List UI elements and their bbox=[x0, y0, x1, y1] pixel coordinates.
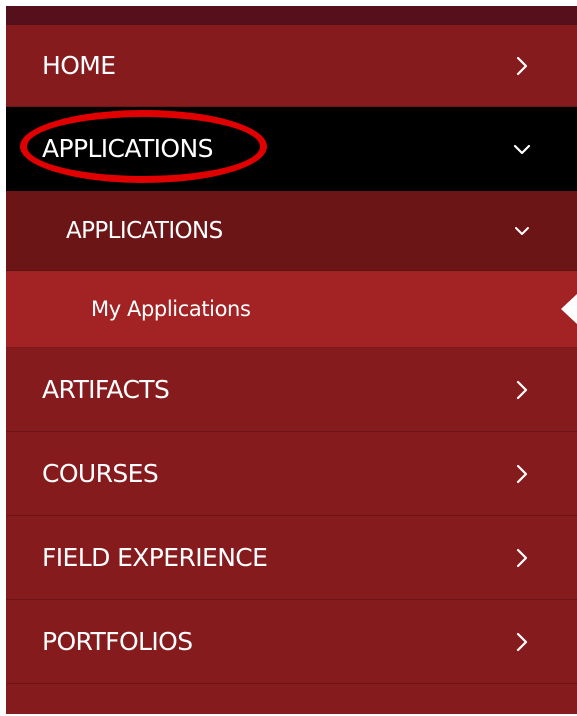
chevron-right-icon bbox=[511, 631, 533, 653]
nav-item-label: APPLICATIONS bbox=[42, 134, 213, 163]
nav-item-label: ARTIFACTS bbox=[42, 375, 170, 404]
chevron-down-icon bbox=[511, 220, 533, 242]
nav-item-label: FIELD EXPERIENCE bbox=[42, 543, 268, 572]
nav-item-portfolios[interactable]: PORTFOLIOS bbox=[6, 600, 577, 684]
nav-subitem-applications[interactable]: APPLICATIONS bbox=[6, 191, 577, 271]
nav-item-label: My Applications bbox=[91, 297, 251, 321]
nav-item-home[interactable]: HOME bbox=[6, 25, 577, 107]
nav-item-applications[interactable]: APPLICATIONS bbox=[6, 107, 577, 191]
nav-item-label: PORTFOLIOS bbox=[42, 627, 193, 656]
nav-item-label: APPLICATIONS bbox=[66, 217, 223, 244]
chevron-right-icon bbox=[511, 379, 533, 401]
nav-leaf-my-applications[interactable]: My Applications bbox=[6, 271, 577, 348]
nav-item-label: HOME bbox=[42, 51, 116, 80]
nav-item-artifacts[interactable]: ARTIFACTS bbox=[6, 348, 577, 432]
nav-top-strip bbox=[6, 6, 577, 25]
nav-item-field-experience[interactable]: FIELD EXPERIENCE bbox=[6, 516, 577, 600]
chevron-right-icon bbox=[511, 547, 533, 569]
chevron-right-icon bbox=[511, 463, 533, 485]
sidebar-nav: HOME APPLICATIONS APPLICATIONS My Applic… bbox=[6, 6, 577, 714]
chevron-down-icon bbox=[511, 138, 533, 160]
chevron-right-icon bbox=[511, 55, 533, 77]
nav-item-courses[interactable]: COURSES bbox=[6, 432, 577, 516]
nav-item-label: COURSES bbox=[42, 459, 159, 488]
selected-indicator-icon bbox=[561, 294, 577, 324]
